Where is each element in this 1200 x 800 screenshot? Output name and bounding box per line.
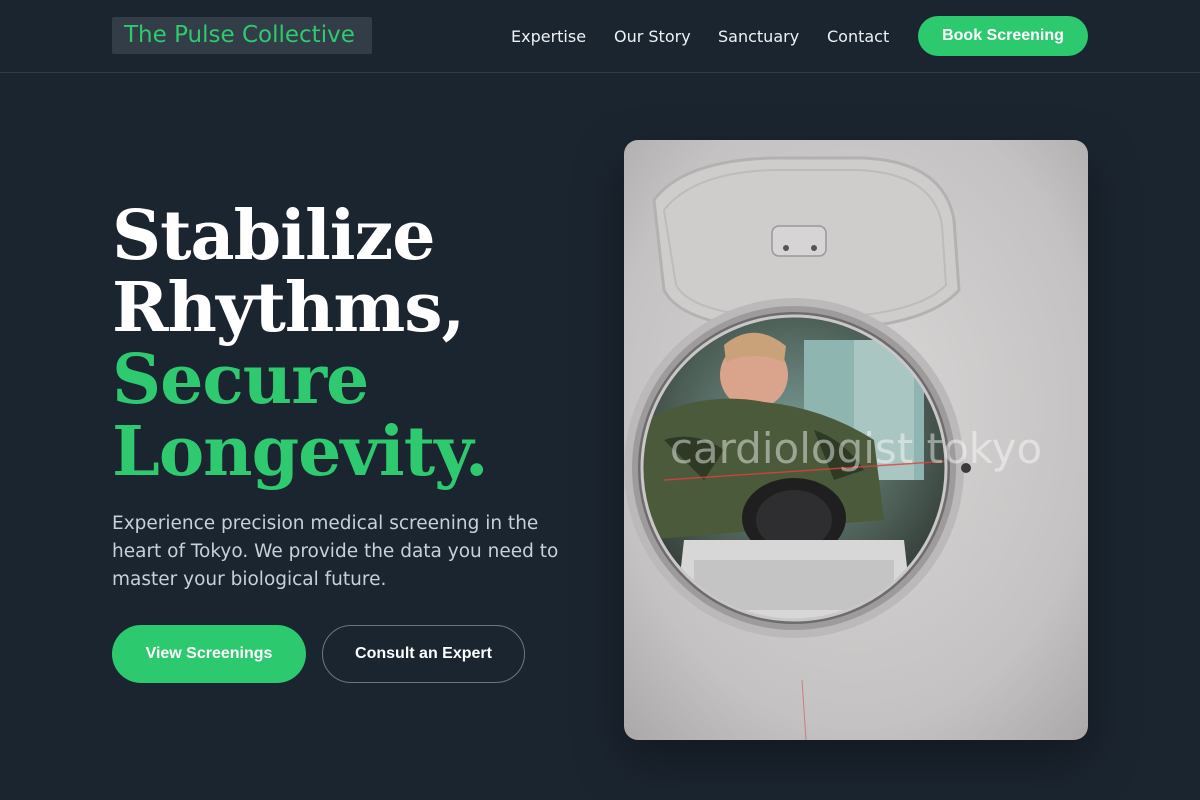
headline-line-4: Longevity. — [112, 412, 489, 492]
book-screening-button[interactable]: Book Screening — [918, 16, 1088, 56]
view-screenings-button[interactable]: View Screenings — [112, 625, 306, 683]
nav-link-sanctuary[interactable]: Sanctuary — [718, 26, 799, 48]
consult-expert-button[interactable]: Consult an Expert — [322, 625, 525, 683]
headline-line-1: Stabilize — [112, 196, 436, 276]
hero-lead-text: Experience precision medical screening i… — [112, 513, 559, 590]
hero-headline: Stabilize Rhythms, Secure Longevity. — [112, 200, 582, 488]
headline-line-2: Rhythms, — [112, 268, 465, 348]
nav-link-contact[interactable]: Contact — [827, 26, 889, 48]
headline-line-3: Secure — [112, 340, 369, 420]
image-watermark: cardiologist tokyo — [669, 424, 1043, 473]
nav-link-our-story[interactable]: Our Story — [614, 26, 691, 48]
hero-image: cardiologist tokyo — [624, 140, 1088, 740]
nav-link-expertise[interactable]: Expertise — [511, 26, 586, 48]
top-navigation: The Pulse Collective Expertise Our Story… — [0, 0, 1200, 73]
